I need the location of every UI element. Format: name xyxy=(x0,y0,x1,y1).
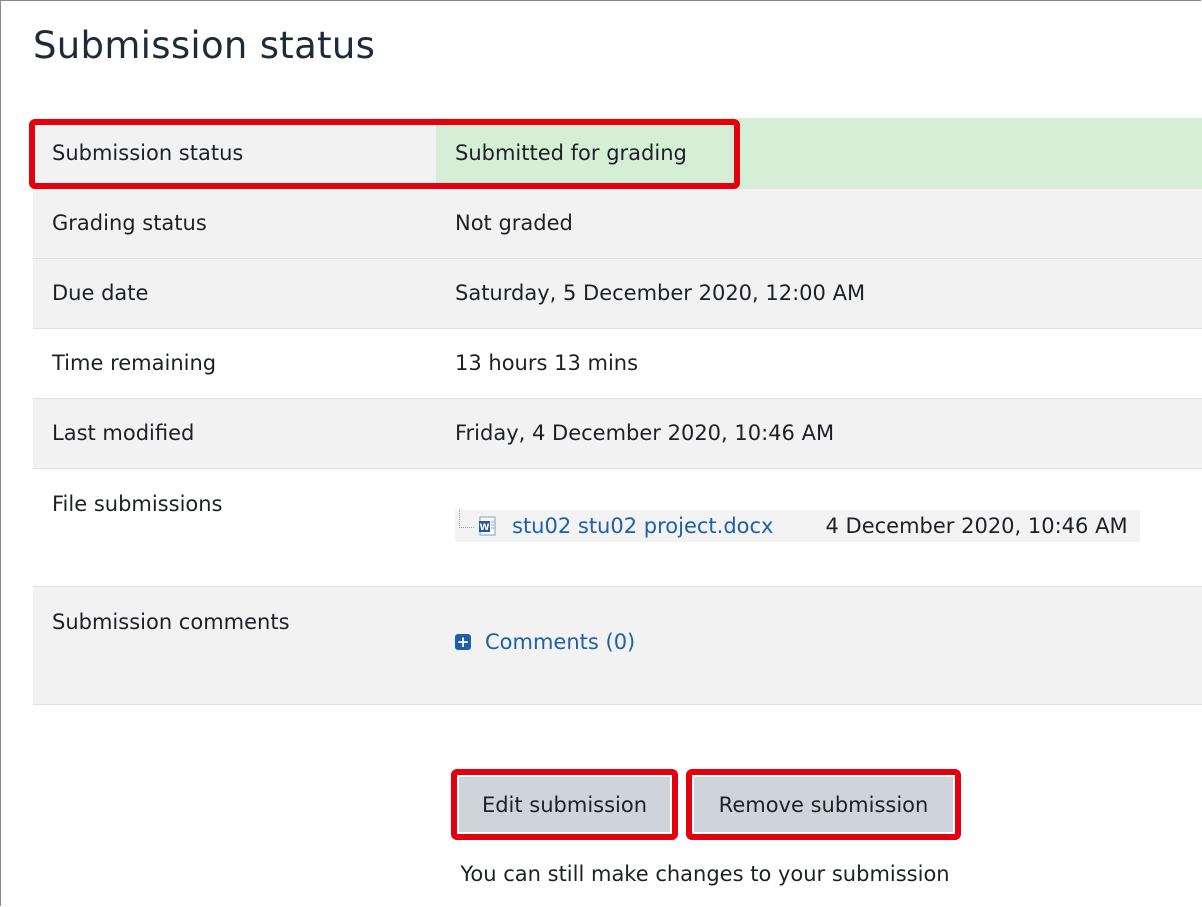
page-title: Submission status xyxy=(33,24,376,67)
table-row-time-remaining: Time remaining 13 hours 13 mins xyxy=(33,328,1202,399)
table-row-due-date: Due date Saturday, 5 December 2020, 12:0… xyxy=(33,258,1202,329)
table-row-submission-status: Submission status Submitted for grading xyxy=(33,118,1202,189)
row-label: Submission comments xyxy=(33,586,436,705)
row-label: File submissions xyxy=(33,468,436,587)
plus-square-icon: + xyxy=(455,632,471,651)
tree-connector xyxy=(459,509,474,528)
table-row-last-modified: Last modified Friday, 4 December 2020, 1… xyxy=(33,398,1202,469)
comments-toggle-link[interactable]: + Comments (0) xyxy=(455,630,635,654)
file-download-link[interactable]: stu02 stu02 project.docx xyxy=(512,514,773,538)
changes-hint-text: You can still make changes to your submi… xyxy=(460,862,950,886)
table-row-grading-status: Grading status Not graded xyxy=(33,188,1202,259)
file-submissions-cell: W stu02 stu02 project.docx 4 December 20… xyxy=(436,468,1202,587)
file-item: W stu02 stu02 project.docx 4 December 20… xyxy=(455,509,1140,542)
grading-status-value: Not graded xyxy=(436,188,1202,259)
file-date: 4 December 2020, 10:46 AM xyxy=(825,513,1128,538)
row-label: Grading status xyxy=(33,188,436,259)
table-row-file-submissions: File submissions W stu02 stu02 project.d… xyxy=(33,468,1202,587)
row-label: Last modified xyxy=(33,398,436,469)
svg-text:W: W xyxy=(480,523,490,533)
word-document-icon: W xyxy=(478,516,498,536)
row-label: Submission status xyxy=(33,118,436,189)
row-label: Time remaining xyxy=(33,328,436,399)
comments-link-label: Comments (0) xyxy=(485,629,636,654)
submission-status-value: Submitted for grading xyxy=(436,118,1202,189)
due-date-value: Saturday, 5 December 2020, 12:00 AM xyxy=(436,258,1202,329)
last-modified-value: Friday, 4 December 2020, 10:46 AM xyxy=(436,398,1202,469)
row-label: Due date xyxy=(33,258,436,329)
submission-comments-cell: + Comments (0) xyxy=(436,586,1202,705)
remove-submission-button[interactable]: Remove submission xyxy=(694,777,953,832)
time-remaining-value: 13 hours 13 mins xyxy=(436,328,1202,399)
edit-submission-button[interactable]: Edit submission xyxy=(459,777,670,832)
submission-status-table: Submission status Submitted for grading … xyxy=(33,118,1202,705)
table-row-submission-comments: Submission comments + Comments (0) xyxy=(33,586,1202,705)
